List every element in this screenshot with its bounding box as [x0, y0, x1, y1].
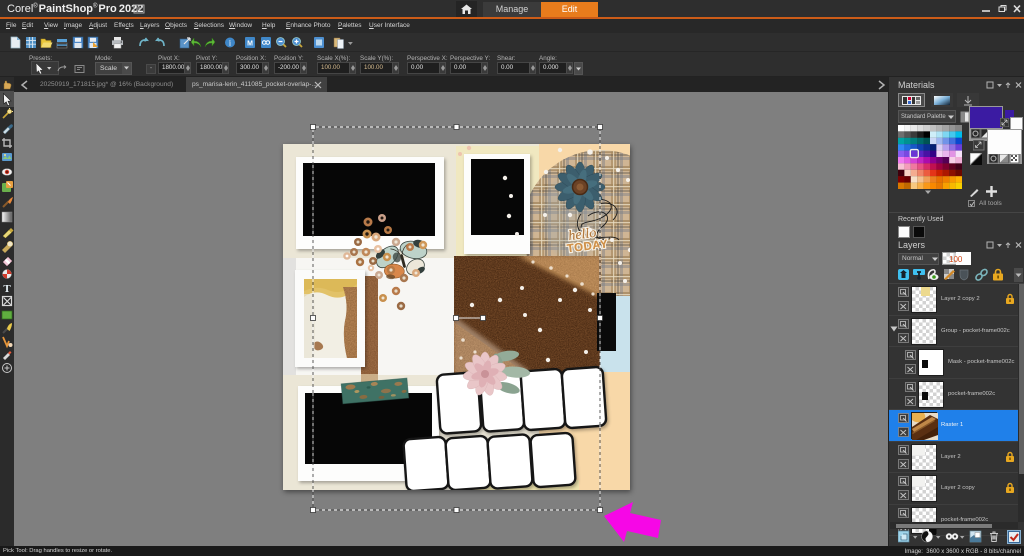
svg-text:M: M: [247, 40, 253, 47]
svg-text:T: T: [3, 283, 11, 295]
